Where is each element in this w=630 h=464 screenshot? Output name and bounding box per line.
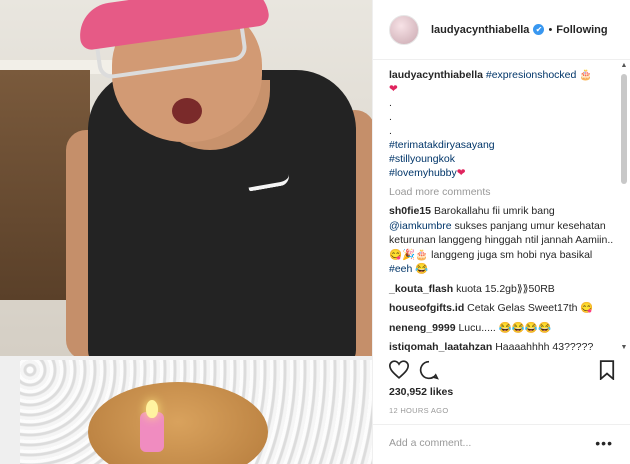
comment-username[interactable]: istiqomah_laatahzan	[389, 341, 492, 353]
cake-emoji: 🎂	[579, 69, 593, 81]
avatar[interactable]	[389, 14, 419, 45]
hashtag-link[interactable]: #eeh	[389, 263, 412, 275]
open-mouth	[172, 98, 202, 124]
header-separator: •	[548, 23, 553, 36]
comment-text: Barokallahu fii umrik bang	[431, 205, 555, 217]
post-actions	[388, 360, 615, 383]
instagram-post: laudyacynthiabella ✔ • Following laudyac…	[0, 0, 630, 464]
load-more-comments-button[interactable]: Load more comments	[389, 186, 615, 198]
likes-count[interactable]: 230,952 likes	[389, 386, 453, 398]
candle	[140, 412, 164, 452]
comment-username[interactable]: houseofgifts.id	[389, 302, 464, 314]
following-button[interactable]: Following	[556, 24, 607, 36]
scroll-up-arrow-icon[interactable]: ▲	[620, 62, 628, 70]
post-header: laudyacynthiabella ✔ • Following	[373, 0, 630, 60]
add-comment-input[interactable]: Add a comment...	[389, 437, 471, 449]
scroll-down-arrow-icon[interactable]: ▼	[620, 344, 628, 352]
verified-badge-icon: ✔	[533, 24, 545, 35]
hashtag-link[interactable]: #terimatakdiryasayang	[389, 138, 615, 152]
hashtag-link[interactable]: #stillyoungkok	[389, 152, 615, 166]
more-options-icon[interactable]: •••	[595, 435, 613, 451]
hashtag-link[interactable]: #expresionshocked	[486, 69, 576, 81]
comment-text: Lucu..... 😂😂😂😂	[455, 321, 552, 334]
comments-scrollbar[interactable]: ▲ ▼	[620, 62, 628, 352]
caption-dot: .	[389, 97, 392, 109]
candle-flame	[146, 400, 158, 418]
comment-text: Haaaahhhh 43?????	[492, 341, 594, 353]
caption-dot: .	[389, 111, 392, 123]
comment-text: 😂	[412, 263, 429, 275]
caption: laudyacynthiabella #expresionshocked 🎂	[389, 68, 615, 82]
comment-item: houseofgifts.id Cetak Gelas Sweet17th 😋	[389, 301, 615, 316]
comment-text: kuota 15.2gb⟫⟫50RB	[453, 282, 555, 295]
comment-username[interactable]: sh0fie15	[389, 205, 431, 217]
post-timestamp: 12 HOURS AGO	[389, 406, 449, 415]
header-username[interactable]: laudyacynthiabella	[431, 24, 529, 36]
comment-item: istiqomah_laatahzan Haaaahhhh 43?????	[389, 340, 615, 354]
post-side-panel: laudyacynthiabella ✔ • Following laudyac…	[372, 0, 630, 464]
comment-item: sh0fie15 Barokallahu fii umrik bang @iam…	[389, 204, 615, 277]
comment-item: _kouta_flash kuota 15.2gb⟫⟫50RB	[389, 282, 615, 297]
post-photo[interactable]	[0, 0, 372, 464]
bookmark-icon[interactable]	[599, 360, 615, 383]
caption-dot: .	[389, 125, 392, 137]
add-comment-bar: Add a comment... •••	[373, 424, 630, 464]
comment-username[interactable]: neneng_9999	[389, 322, 456, 334]
caption-username[interactable]: laudyacynthiabella	[389, 69, 483, 81]
comment-bubble-icon[interactable]	[419, 360, 439, 383]
caption-last-line: #lovemyhubby❤	[389, 166, 615, 180]
heart-outline-icon[interactable]	[388, 360, 410, 382]
hashtag-link[interactable]: #lovemyhubby	[389, 167, 457, 179]
comments-list[interactable]: laudyacynthiabella #expresionshocked 🎂 ❤…	[373, 60, 630, 354]
heart-emoji: ❤	[389, 83, 398, 95]
comment-text: Cetak Gelas Sweet17th 😋	[464, 302, 594, 314]
heart-emoji: ❤	[456, 167, 466, 179]
comment-item: neneng_9999 Lucu..... 😂😂😂😂	[389, 321, 615, 336]
comment-username[interactable]: _kouta_flash	[389, 283, 453, 295]
scrollbar-thumb[interactable]	[621, 74, 627, 184]
mention-link[interactable]: @iamkumbre	[389, 220, 452, 232]
